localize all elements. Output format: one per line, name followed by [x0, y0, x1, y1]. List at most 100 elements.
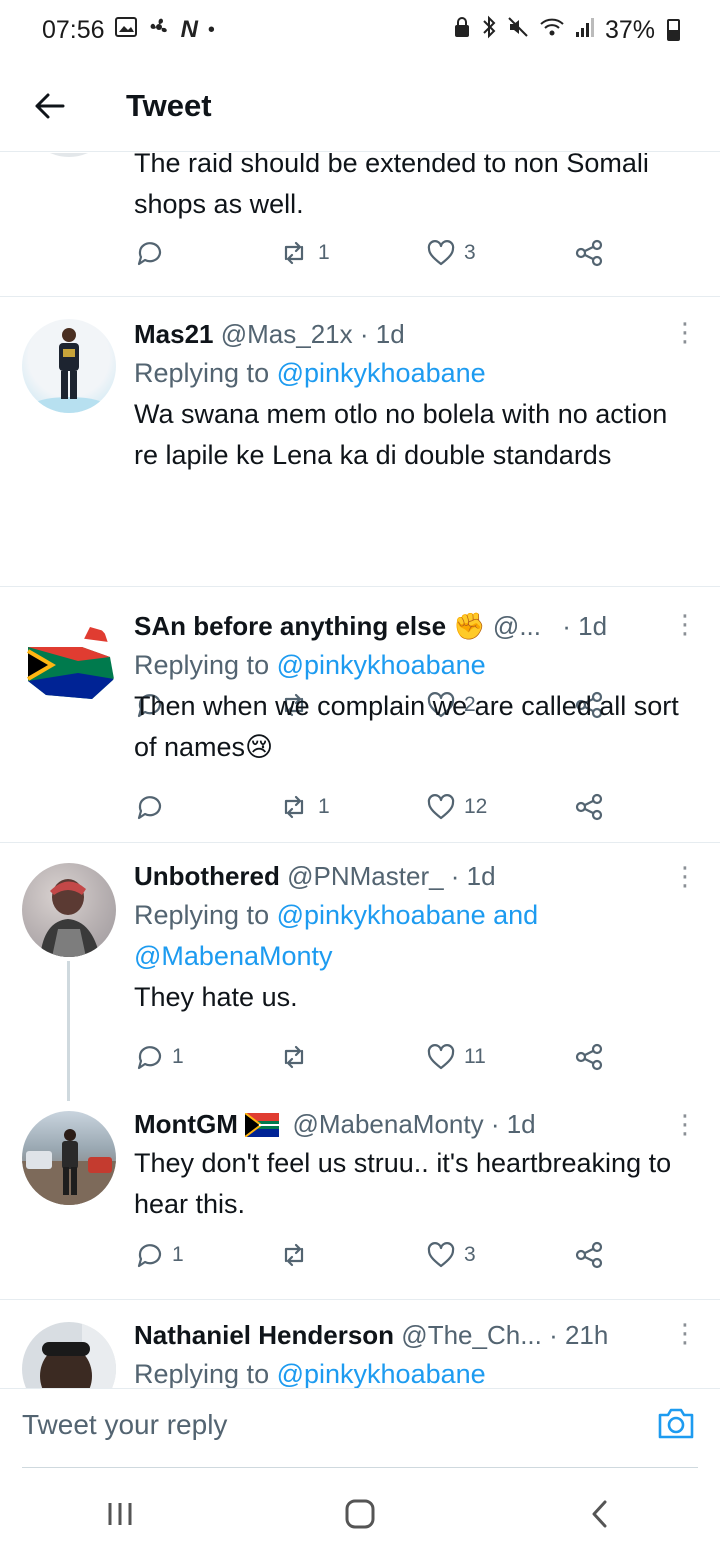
avatar[interactable]: [22, 863, 116, 957]
reply-button[interactable]: [134, 792, 172, 822]
image-icon: [114, 17, 137, 43]
tweet-meta: Mas21 @Mas_21x · 1d: [134, 315, 690, 353]
display-name[interactable]: Unbothered: [134, 861, 280, 891]
tweet-actions: 1 3: [134, 235, 614, 271]
tweet-actions: 1 3: [134, 1237, 614, 1273]
share-button[interactable]: [574, 238, 604, 268]
like-button[interactable]: 11: [426, 1043, 486, 1071]
like-count: 3: [464, 241, 476, 264]
user-handle[interactable]: @Mas_21x: [221, 319, 353, 349]
wifi-icon: [539, 16, 565, 45]
tweet-content: MontGM @MabenaMonty · 1d They don't feel…: [134, 1105, 690, 1225]
like-count: 11: [464, 1045, 486, 1068]
avatar[interactable]: [22, 617, 116, 711]
back-button[interactable]: [0, 60, 100, 152]
reply-composer[interactable]: Tweet your reply: [0, 1388, 720, 1468]
camera-button[interactable]: [656, 1405, 696, 1446]
recent-apps-button[interactable]: [80, 1484, 160, 1544]
avatar[interactable]: [22, 1111, 116, 1205]
display-name[interactable]: Nathaniel Henderson: [134, 1320, 394, 1350]
replying-to: Replying to @pinkykhoabane: [134, 645, 690, 686]
reply-icon: [137, 1244, 162, 1268]
south-africa-flag-icon: [244, 1112, 280, 1138]
lock-icon: [453, 16, 471, 45]
tweet-content: Mas21 @Mas_21x · 1d Replying to @pinkykh…: [134, 315, 690, 476]
tweet-item[interactable]: The raid should be extended to non Somal…: [0, 153, 720, 297]
share-icon: [575, 793, 603, 821]
retweet-button[interactable]: 1: [278, 239, 330, 267]
display-name[interactable]: Mas21: [134, 319, 214, 349]
tweet-text: Wa swana mem otlo no bolela with no acti…: [134, 399, 668, 470]
tweet-time: · 1d: [359, 319, 405, 349]
home-button[interactable]: [320, 1484, 400, 1544]
user-handle[interactable]: @The_Ch...: [401, 1320, 542, 1350]
reply-button[interactable]: [134, 238, 172, 268]
user-handle[interactable]: @...: [493, 611, 541, 641]
share-icon: [575, 1241, 603, 1269]
mention-link[interactable]: @pinkykhoabane: [277, 1359, 486, 1388]
mute-icon: [507, 16, 529, 45]
tweet-meta: MontGM @MabenaMonty · 1d: [134, 1105, 690, 1143]
tweet-item[interactable]: ⋮ MontGM @MabenaMonty · 1d They don't fe…: [0, 1101, 720, 1300]
avatar[interactable]: [22, 1322, 116, 1388]
battery-icon: [667, 19, 680, 41]
like-button[interactable]: 3: [426, 239, 476, 267]
chevron-left-icon: [592, 1500, 607, 1528]
tweet-item[interactable]: ⋮ Nathaniel Henderson @The_Ch... · 21h R…: [0, 1300, 720, 1388]
reply-feed: The raid should be extended to non Somal…: [0, 153, 720, 1388]
reply-icon: [137, 796, 162, 820]
tweet-item[interactable]: ⋮ Mas21 @Mas_21x · 1d Replying to @pinky…: [0, 297, 720, 719]
tweet-actions: 1 12: [134, 789, 614, 825]
replying-to: Replying to @pinkykhoabane: [134, 353, 690, 394]
display-name[interactable]: MontGM: [134, 1109, 238, 1139]
tweet-text: The raid should be extended to non Somal…: [134, 153, 649, 219]
status-left: 07:56 N •: [42, 16, 215, 45]
tweet-content: Nathaniel Henderson @The_Ch... · 21h Rep…: [134, 1316, 690, 1388]
avatar[interactable]: [22, 319, 116, 413]
like-button[interactable]: 3: [426, 1241, 476, 1269]
reply-icon: [137, 1046, 162, 1070]
tweet-text: Then when we complain we are called all …: [134, 691, 679, 762]
replying-to-label: Replying to: [134, 358, 277, 388]
heart-icon: [427, 1044, 455, 1070]
reply-input[interactable]: Tweet your reply: [22, 1409, 227, 1441]
tweet-meta: Nathaniel Henderson @The_Ch... · 21h: [134, 1316, 690, 1354]
replying-to-label: Replying to: [134, 1359, 277, 1388]
like-count: 3: [464, 1243, 476, 1266]
share-button[interactable]: [574, 1240, 604, 1270]
back-nav-button[interactable]: [560, 1484, 640, 1544]
reply-button[interactable]: 1: [134, 1240, 184, 1270]
user-handle[interactable]: @MabenaMonty: [292, 1109, 483, 1139]
tweet-item[interactable]: ⋮ Unbothered @PNMaster_ · 1d Replying to…: [0, 843, 720, 1101]
status-time: 07:56: [42, 15, 105, 44]
avatar[interactable]: [22, 153, 116, 157]
display-name[interactable]: SAn before anything else: [134, 611, 446, 641]
tweet-item[interactable]: ⋮ SAn before anything else ✊ @... · 1d R…: [0, 587, 720, 843]
heart-icon: [427, 240, 455, 266]
tweet-actions: 1 11: [134, 1039, 614, 1075]
heart-icon: [427, 794, 455, 820]
retweet-button[interactable]: [278, 1241, 318, 1269]
retweet-icon: [284, 241, 304, 265]
user-handle[interactable]: @PNMaster_: [287, 861, 443, 891]
mention-link[interactable]: @pinkykhoabane: [277, 358, 486, 388]
reply-count: 1: [172, 1243, 184, 1266]
replying-to: Replying to @pinkykhoabane: [134, 1354, 690, 1388]
like-button[interactable]: 12: [426, 793, 487, 821]
name-emoji: ✊: [453, 611, 486, 641]
retweet-button[interactable]: [278, 1043, 318, 1071]
tweet-time: · 1d: [562, 611, 608, 641]
page-title: Tweet: [126, 87, 212, 123]
retweet-icon: [284, 1243, 304, 1267]
mention-link[interactable]: @pinkykhoabane: [277, 650, 486, 680]
share-button[interactable]: [574, 1042, 604, 1072]
arrow-left-icon: [35, 93, 65, 118]
camera-icon: [658, 1408, 694, 1439]
tweet-text: They don't feel us struu.. it's heartbre…: [134, 1148, 672, 1219]
tweet-meta: SAn before anything else ✊ @... · 1d: [134, 607, 690, 645]
share-button[interactable]: [574, 792, 604, 822]
signal-icon: [575, 16, 595, 45]
dot-icon: •: [207, 18, 215, 41]
reply-button[interactable]: 1: [134, 1042, 184, 1072]
retweet-button[interactable]: 1: [278, 793, 330, 821]
